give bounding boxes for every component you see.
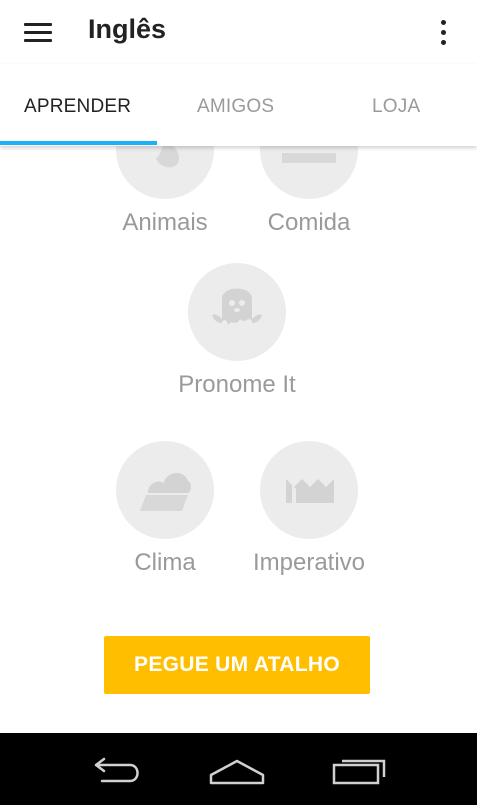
skill-imperativo[interactable]: Imperativo <box>239 441 379 577</box>
food-icon <box>260 146 358 199</box>
tab-bar: APRENDER AMIGOS LOJA <box>0 64 477 146</box>
page-title: Inglês <box>88 14 167 44</box>
tab-amigos[interactable]: AMIGOS <box>197 96 274 118</box>
crown-icon <box>260 441 358 539</box>
ghost-icon <box>188 263 286 361</box>
hamburger-menu-icon[interactable] <box>24 20 54 44</box>
active-tab-indicator <box>0 141 157 145</box>
cloud-icon <box>116 441 214 539</box>
skill-clima[interactable]: Clima <box>95 441 235 577</box>
more-options-icon[interactable] <box>434 18 454 48</box>
shortcut-button[interactable]: PEGUE UM ATALHO <box>104 636 370 694</box>
skill-label: Animais <box>122 209 208 236</box>
skill-comida[interactable]: Comida <box>239 146 379 237</box>
recent-apps-icon[interactable] <box>328 751 388 787</box>
tab-loja[interactable]: LOJA <box>372 96 420 118</box>
back-icon[interactable] <box>88 751 148 787</box>
skill-label: Comida <box>267 209 351 236</box>
skill-label: Pronome It <box>178 371 296 398</box>
skill-pronome-it[interactable]: Pronome It <box>167 263 307 399</box>
tab-aprender[interactable]: APRENDER <box>24 96 131 118</box>
system-navigation-bar <box>0 733 477 805</box>
app-bar: Inglês <box>0 0 477 64</box>
skill-label: Imperativo <box>252 549 366 576</box>
animal-icon <box>116 146 214 199</box>
skill-animais[interactable]: Animais <box>95 146 235 237</box>
skill-label: Clima <box>134 549 196 576</box>
home-icon[interactable] <box>207 751 267 787</box>
